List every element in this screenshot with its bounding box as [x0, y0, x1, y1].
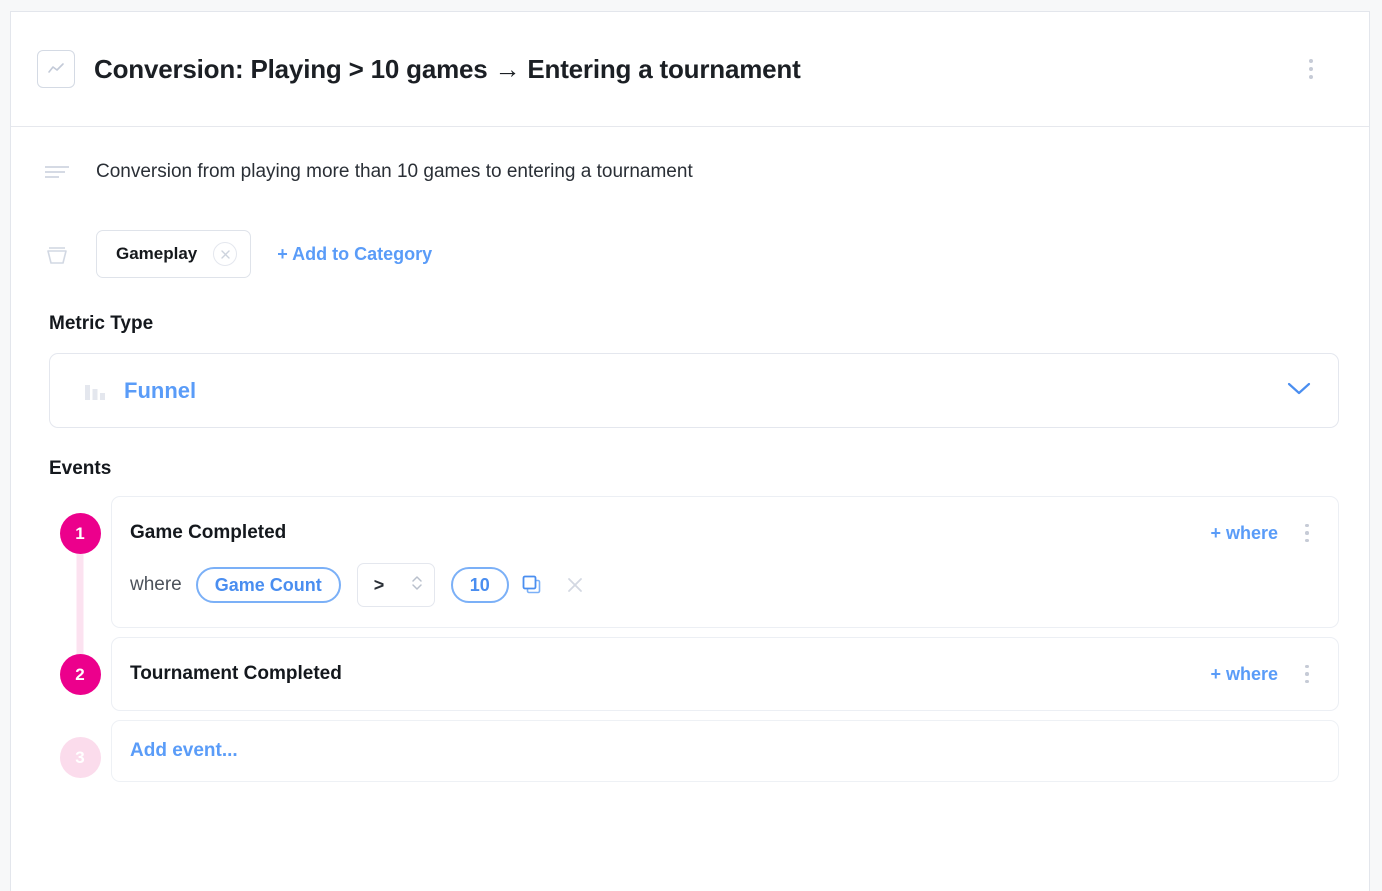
event-card: Game Completed + where where Game Count …	[111, 496, 1339, 628]
kebab-dot	[1305, 523, 1309, 528]
kebab-dot	[1309, 59, 1313, 63]
filter-value-pill[interactable]: 10	[450, 567, 509, 603]
metric-type-value: Funnel	[124, 377, 197, 403]
chevron-down-icon[interactable]	[1286, 380, 1312, 401]
add-event-label: Add event...	[130, 740, 238, 761]
description-text: Conversion from playing more than 10 gam…	[96, 161, 693, 182]
event-card-header: Tournament Completed + where	[112, 638, 1338, 710]
event-name[interactable]: Game Completed	[130, 522, 1210, 544]
category-row: Gameplay + Add to Category	[39, 223, 1339, 285]
page-title: Conversion: Playing > 10 games → Enterin…	[94, 53, 801, 84]
filter-operator-select[interactable]: >	[356, 563, 435, 607]
event-menu-button[interactable]	[1298, 523, 1316, 543]
event-row: 1 Game Completed + where where Game Coun…	[49, 496, 1339, 683]
event-number-badge: 2	[59, 654, 101, 695]
event-number-badge-placeholder: 3	[59, 737, 101, 778]
event-number-badge: 1	[59, 513, 101, 554]
panel-body: Conversion from playing more than 10 gam…	[11, 127, 1369, 782]
event-card: Tournament Completed + where	[111, 637, 1339, 711]
kebab-dot	[1305, 664, 1309, 669]
metric-type-select[interactable]: Funnel	[49, 353, 1339, 428]
metric-editor-panel: Conversion: Playing > 10 games → Enterin…	[10, 11, 1370, 891]
filter-where-label: where	[130, 574, 182, 595]
basket-icon	[39, 241, 75, 267]
stepper-chevrons-icon	[411, 573, 423, 598]
kebab-dot	[1309, 75, 1313, 79]
add-event-button[interactable]: Add event...	[111, 720, 1339, 782]
kebab-dot	[1305, 679, 1309, 684]
events-list: 1 Game Completed + where where Game Coun…	[39, 496, 1339, 782]
text-lines-icon	[39, 162, 75, 182]
event-name[interactable]: Tournament Completed	[130, 663, 1210, 685]
panel-header: Conversion: Playing > 10 games → Enterin…	[11, 12, 1369, 127]
kebab-dot	[1305, 672, 1309, 676]
add-to-category-button[interactable]: + Add to Category	[277, 244, 432, 265]
duplicate-icon[interactable]	[521, 574, 543, 596]
kebab-dot	[1305, 531, 1309, 535]
event-badge-column: 1	[49, 496, 111, 683]
metric-type-label: Metric Type	[49, 313, 154, 334]
event-menu-button[interactable]	[1298, 664, 1316, 684]
add-where-button[interactable]: + where	[1210, 523, 1278, 544]
bar-chart-icon	[84, 381, 106, 401]
filter-remove-icon[interactable]	[565, 575, 585, 595]
add-event-row: 3 Add event...	[49, 720, 1339, 782]
panel-menu-button[interactable]	[1300, 55, 1322, 83]
event-card-header: Game Completed + where	[112, 497, 1338, 569]
description-row[interactable]: Conversion from playing more than 10 gam…	[39, 127, 1339, 203]
kebab-dot	[1309, 67, 1313, 71]
events-label: Events	[49, 458, 112, 479]
kebab-dot	[1305, 538, 1309, 543]
filter-property-pill[interactable]: Game Count	[195, 567, 341, 603]
category-chip-gameplay[interactable]: Gameplay	[96, 230, 252, 278]
line-chart-icon	[37, 50, 75, 88]
event-filter-row: where Game Count > 10	[112, 563, 1338, 627]
add-where-button[interactable]: + where	[1210, 664, 1278, 685]
category-chip-label: Gameplay	[116, 244, 198, 263]
close-circle-icon[interactable]	[213, 242, 238, 266]
event-row: 2 Tournament Completed + where	[49, 637, 1339, 711]
filter-operator-value: >	[373, 574, 385, 595]
event-badge-column: 3	[49, 720, 111, 778]
